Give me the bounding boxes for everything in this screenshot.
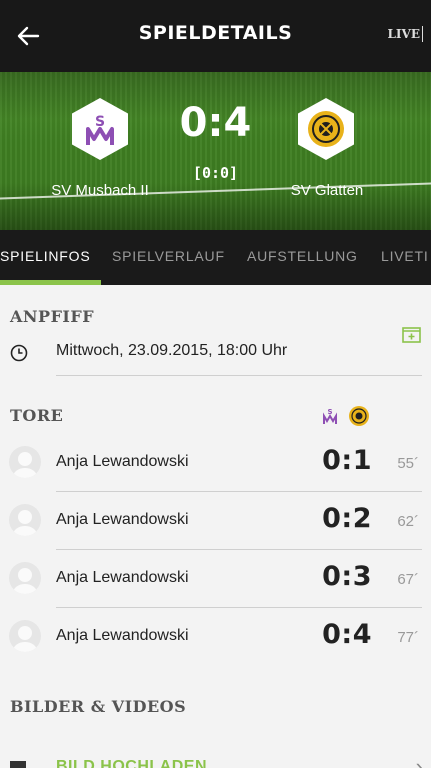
goal-scorer-name: Anja Lewandowski — [56, 627, 189, 644]
tab-aufstellung[interactable]: AUFSTELLUNG — [247, 248, 358, 264]
goal-row[interactable]: Anja Lewandowski 0:4 77´ — [0, 608, 431, 666]
kickoff-section-title: ANPFIFF — [10, 307, 95, 326]
add-to-calendar-icon[interactable] — [402, 326, 421, 343]
clock-icon — [10, 344, 28, 362]
away-team-name: SV Glatten — [290, 182, 364, 199]
upload-image-icon — [10, 761, 26, 768]
live-button[interactable]: LIVE — [387, 26, 423, 42]
kickoff-divider — [56, 375, 422, 376]
goal-minute: 62´ — [397, 513, 419, 530]
home-team-mini-logo-icon: S — [323, 408, 337, 424]
player-avatar — [9, 504, 41, 536]
kickoff-datetime: Mittwoch, 23.09.2015, 18:00 Uhr — [56, 342, 288, 359]
tab-spielverlauf[interactable]: SPIELVERLAUF — [112, 248, 225, 264]
upload-image-button[interactable]: BILD HOCHLADEN — [56, 758, 207, 768]
media-section-title: BILDER & VIDEOS — [10, 697, 187, 716]
away-team-mini-crest — [348, 405, 370, 427]
home-team-name: SV Musbach II — [51, 182, 149, 199]
goal-row[interactable]: Anja Lewandowski 0:2 62´ — [0, 492, 431, 550]
goals-section-title: TORE — [10, 406, 64, 425]
away-team-mini-logo-icon — [349, 406, 369, 426]
goal-score: 0:2 — [322, 503, 372, 534]
goal-score: 0:3 — [322, 561, 372, 592]
person-placeholder-icon — [13, 568, 37, 594]
away-team-logo-icon — [308, 111, 344, 147]
player-avatar — [9, 620, 41, 652]
top-app-bar: SPIELDETAILS LIVE — [0, 0, 431, 72]
match-header: S 0:4 [0:0] SV Musbach II SV Glatten — [0, 72, 431, 230]
goal-minute: 55´ — [397, 455, 419, 472]
home-team-mini-crest: S — [319, 405, 341, 427]
goal-row[interactable]: Anja Lewandowski 0:3 67´ — [0, 550, 431, 608]
final-score: 0:4 — [179, 100, 252, 146]
live-label: LIVE — [387, 27, 420, 41]
chevron-right-icon[interactable]: › — [416, 754, 423, 768]
tab-bar: SPIELINFOS SPIELVERLAUF AUFSTELLUNG LIVE… — [0, 230, 431, 285]
tab-liveticker[interactable]: LIVETI — [381, 248, 429, 264]
person-placeholder-icon — [13, 626, 37, 652]
goal-minute: 77´ — [397, 629, 419, 646]
page-title: SPIELDETAILS — [138, 22, 293, 44]
goal-row[interactable]: Anja Lewandowski 0:1 55´ — [0, 434, 431, 492]
goal-score: 0:1 — [322, 445, 372, 476]
goal-scorer-name: Anja Lewandowski — [56, 511, 189, 528]
live-indicator-icon — [422, 26, 423, 42]
person-placeholder-icon — [13, 452, 37, 478]
player-avatar — [9, 446, 41, 478]
person-placeholder-icon — [13, 510, 37, 536]
goal-score: 0:4 — [322, 619, 372, 650]
player-avatar — [9, 562, 41, 594]
match-info-content: ANPFIFF Mittwoch, 23.09.2015, 18:00 Uhr … — [0, 285, 431, 768]
tab-spielinfos[interactable]: SPIELINFOS — [0, 248, 90, 264]
halftime-score: [0:0] — [192, 164, 239, 182]
goal-minute: 67´ — [397, 571, 419, 588]
goal-scorer-name: Anja Lewandowski — [56, 453, 189, 470]
goal-scorer-name: Anja Lewandowski — [56, 569, 189, 586]
